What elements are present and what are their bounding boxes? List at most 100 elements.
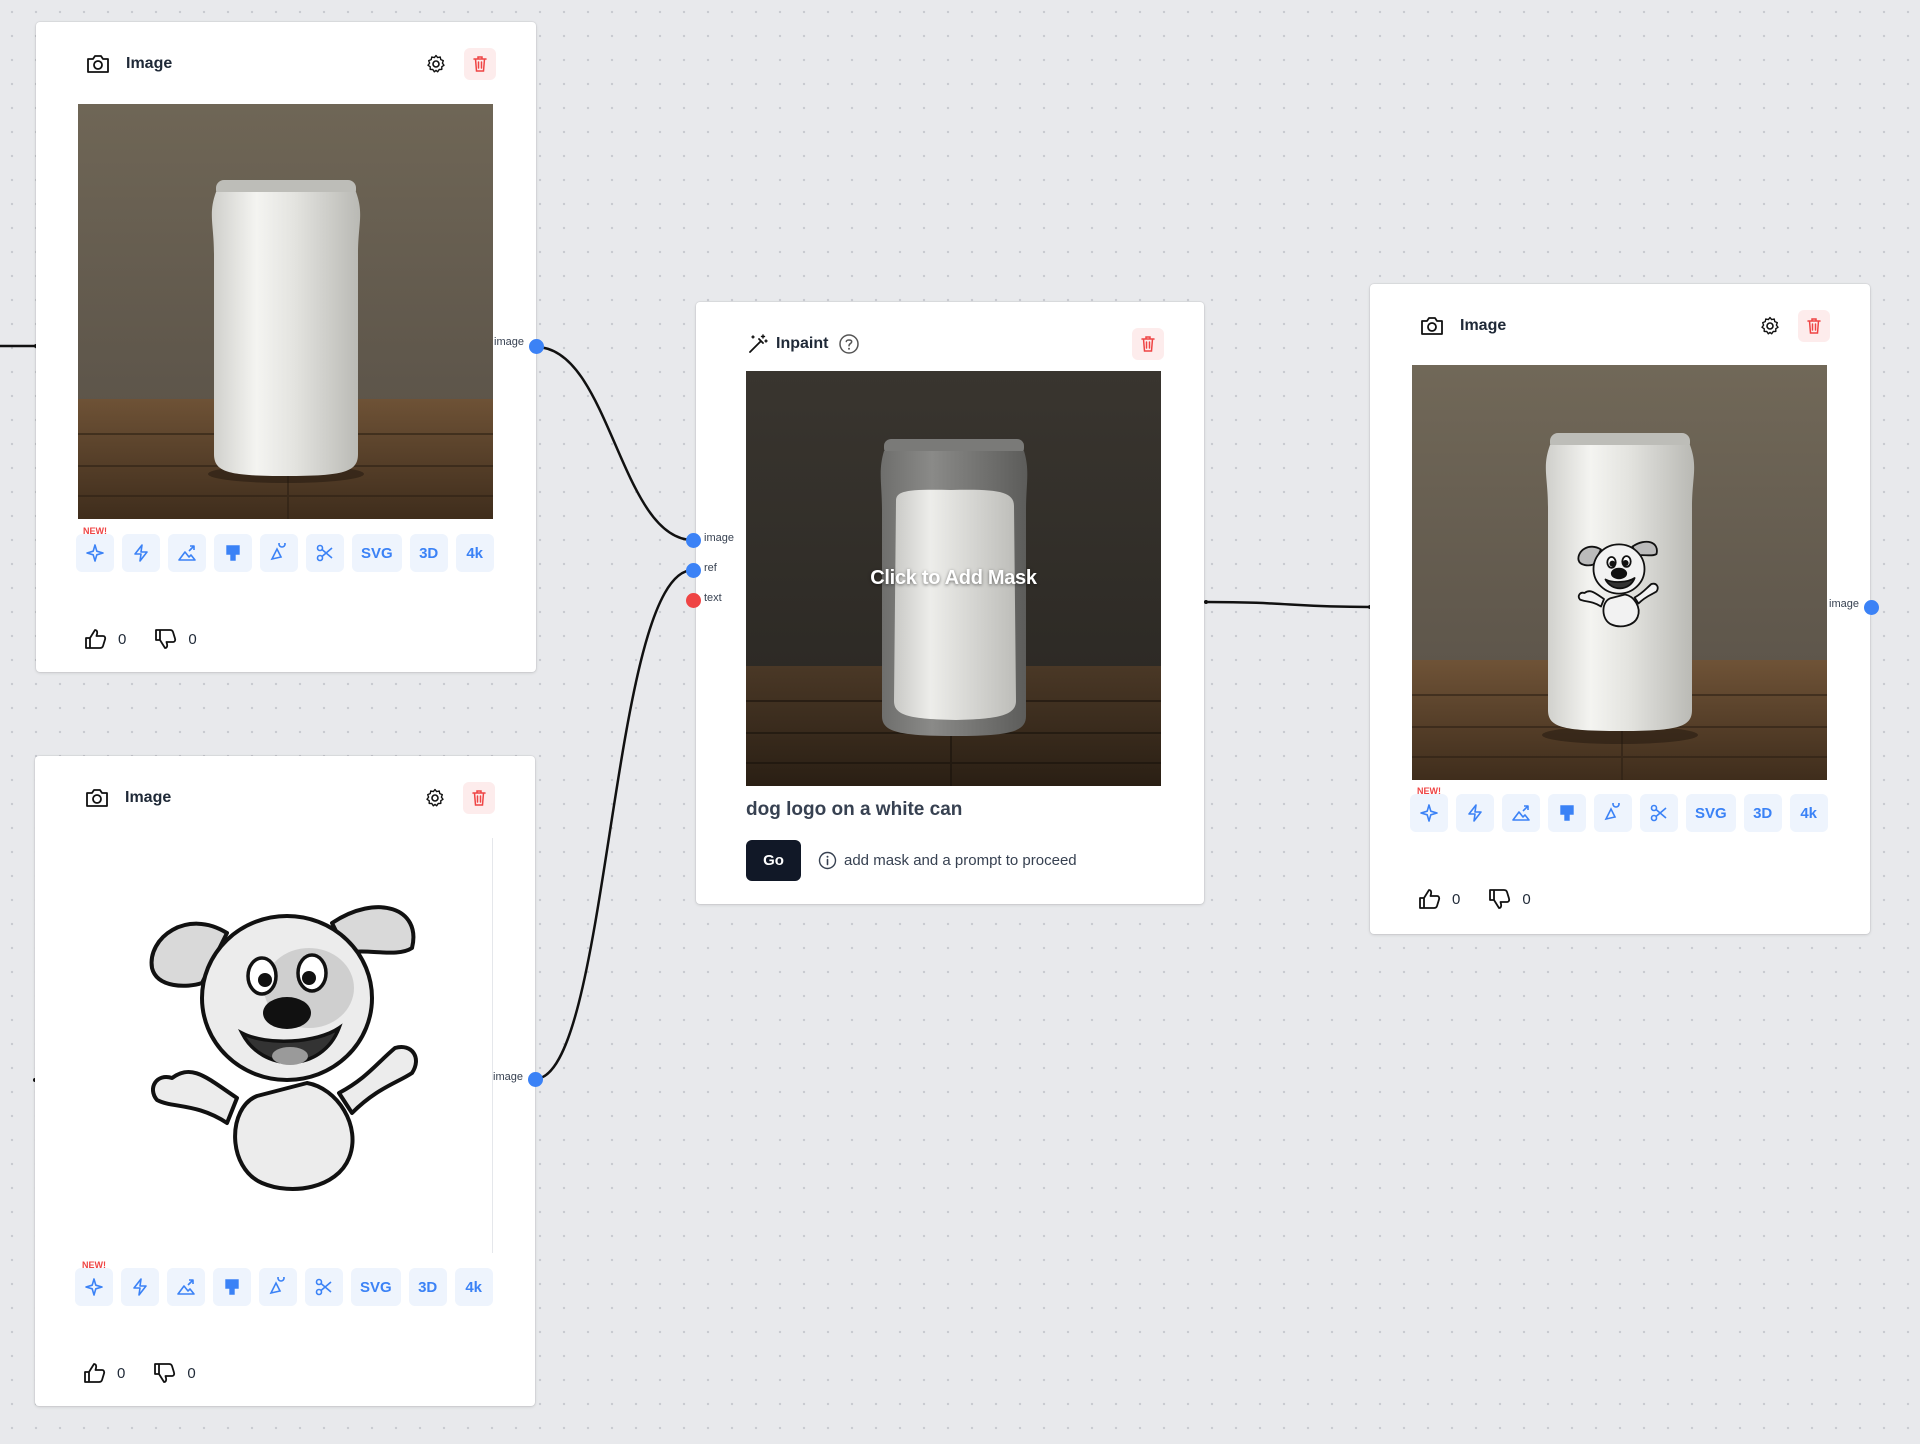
upscale-tool-button[interactable] bbox=[168, 534, 206, 572]
mask-canvas[interactable]: Click to Add Mask bbox=[746, 371, 1161, 786]
svg-tool-button[interactable]: SVG bbox=[351, 1268, 401, 1306]
settings-gear-icon[interactable] bbox=[420, 48, 452, 80]
sparkles-icon bbox=[1420, 804, 1438, 822]
3d-tool-button[interactable]: 3D bbox=[408, 1268, 447, 1306]
output-port-image[interactable] bbox=[529, 339, 544, 354]
shapes-tool-button[interactable] bbox=[260, 534, 298, 572]
4k-tool-button[interactable]: 4k bbox=[1789, 794, 1828, 832]
brush-tool-button[interactable] bbox=[1548, 794, 1586, 832]
wire-image-to-inpaint-ref bbox=[534, 568, 694, 1081]
scissors-icon bbox=[316, 544, 333, 562]
wire-endpoint bbox=[1204, 600, 1208, 604]
4k-tool-button[interactable]: 4k bbox=[455, 534, 494, 572]
like-count: 0 bbox=[117, 1364, 126, 1382]
add-mask-label[interactable]: Click to Add Mask bbox=[746, 371, 1161, 786]
4k-tool-button[interactable]: 4k bbox=[454, 1268, 493, 1306]
image-node-result[interactable]: Image NEW! SVG 3D 4k 0 0 bbox=[1370, 284, 1870, 934]
thumbs-up-icon[interactable] bbox=[83, 1362, 107, 1384]
upscale-tool-button[interactable] bbox=[167, 1268, 205, 1306]
thumbs-up-icon[interactable] bbox=[1418, 888, 1442, 910]
3d-tool-button[interactable]: 3D bbox=[409, 534, 448, 572]
shapes-icon bbox=[270, 543, 286, 561]
input-port-label: ref bbox=[704, 562, 717, 574]
like-count: 0 bbox=[118, 630, 127, 648]
svg-tool-button[interactable]: SVG bbox=[352, 534, 402, 572]
thumbs-down-icon[interactable] bbox=[154, 628, 178, 650]
image-preview-can-with-logo[interactable] bbox=[1412, 365, 1827, 780]
prompt-text[interactable]: dog logo on a white can bbox=[746, 799, 962, 821]
thumbs-up-icon[interactable] bbox=[84, 628, 108, 650]
settings-gear-icon[interactable] bbox=[1754, 310, 1786, 342]
sparkles-tool-button[interactable]: NEW! bbox=[1410, 786, 1448, 832]
input-port-ref[interactable] bbox=[686, 563, 701, 578]
image-node-bottom[interactable]: Image NEW! SVG 3D 4k 0 0 bbox=[35, 756, 535, 1406]
upscale-icon bbox=[178, 545, 196, 561]
image-preview-can[interactable] bbox=[78, 104, 493, 519]
sparkles-tool-button[interactable]: NEW! bbox=[76, 526, 114, 572]
inpaint-node[interactable]: Inpaint Click to Add Mask dog logo on a … bbox=[696, 302, 1204, 904]
lightning-tool-button[interactable] bbox=[122, 534, 160, 572]
brush-icon bbox=[226, 545, 240, 561]
hint-text: add mask and a prompt to proceed bbox=[844, 852, 1077, 869]
thumbs-down-icon[interactable] bbox=[1488, 888, 1512, 910]
delete-trash-icon[interactable] bbox=[464, 48, 496, 80]
shapes-icon bbox=[1604, 803, 1620, 821]
svg-tool-button[interactable]: SVG bbox=[1686, 794, 1736, 832]
upscale-tool-button[interactable] bbox=[1502, 794, 1540, 832]
settings-gear-icon[interactable] bbox=[419, 782, 451, 814]
brush-tool-button[interactable] bbox=[214, 534, 252, 572]
go-button[interactable]: Go bbox=[746, 840, 801, 881]
sparkles-tool-button[interactable]: NEW! bbox=[75, 1260, 113, 1306]
delete-trash-icon[interactable] bbox=[463, 782, 495, 814]
camera-icon bbox=[84, 50, 112, 78]
dislike-count: 0 bbox=[1522, 890, 1531, 908]
new-badge: NEW! bbox=[1417, 786, 1441, 796]
lightning-icon bbox=[134, 544, 148, 562]
delete-trash-icon[interactable] bbox=[1798, 310, 1830, 342]
input-port-text[interactable] bbox=[686, 593, 701, 608]
shapes-icon bbox=[269, 1277, 285, 1295]
output-port-label: image bbox=[493, 1071, 523, 1083]
shapes-tool-button[interactable] bbox=[1594, 794, 1632, 832]
input-port-label: image bbox=[704, 532, 734, 544]
lightning-icon bbox=[133, 1278, 147, 1296]
lightning-tool-button[interactable] bbox=[121, 1268, 159, 1306]
brush-icon bbox=[1560, 805, 1574, 821]
new-badge: NEW! bbox=[82, 1260, 106, 1270]
brush-tool-button[interactable] bbox=[213, 1268, 251, 1306]
scissors-tool-button[interactable] bbox=[306, 534, 344, 572]
upscale-icon bbox=[177, 1279, 195, 1295]
scissors-tool-button[interactable] bbox=[1640, 794, 1678, 832]
brush-icon bbox=[225, 1279, 239, 1295]
node-title: Image bbox=[125, 789, 172, 806]
upscale-icon bbox=[1512, 805, 1530, 821]
input-port-image[interactable] bbox=[686, 533, 701, 548]
output-port-label: image bbox=[1829, 598, 1859, 610]
scissors-icon bbox=[1650, 804, 1667, 822]
node-header: Image bbox=[83, 778, 495, 818]
image-node-top[interactable]: Image NEW! SVG 3D 4k 0 0 bbox=[36, 22, 536, 672]
help-circle-icon[interactable] bbox=[838, 333, 860, 355]
vote-bar: 0 0 bbox=[84, 628, 215, 650]
output-port-image[interactable] bbox=[528, 1072, 543, 1087]
shapes-tool-button[interactable] bbox=[259, 1268, 297, 1306]
image-preview-dog[interactable] bbox=[77, 838, 493, 1253]
like-count: 0 bbox=[1452, 890, 1461, 908]
scissors-tool-button[interactable] bbox=[305, 1268, 343, 1306]
lightning-tool-button[interactable] bbox=[1456, 794, 1494, 832]
3d-tool-button[interactable]: 3D bbox=[1743, 794, 1782, 832]
node-toolbar: NEW! SVG 3D 4k bbox=[1410, 786, 1828, 832]
info-icon bbox=[818, 851, 837, 870]
output-port-image[interactable] bbox=[1864, 600, 1879, 615]
wire-inpaint-to-result bbox=[1205, 600, 1371, 609]
camera-icon bbox=[1418, 312, 1446, 340]
camera-icon bbox=[83, 784, 111, 812]
dislike-count: 0 bbox=[187, 1364, 196, 1382]
thumbs-down-icon[interactable] bbox=[153, 1362, 177, 1384]
node-toolbar: NEW! SVG 3D 4k bbox=[75, 1260, 493, 1306]
node-header: Image bbox=[84, 44, 496, 84]
delete-trash-icon[interactable] bbox=[1132, 328, 1164, 360]
node-title: Image bbox=[126, 55, 173, 72]
hint-message: add mask and a prompt to proceed bbox=[818, 851, 1077, 870]
lightning-icon bbox=[1468, 804, 1482, 822]
